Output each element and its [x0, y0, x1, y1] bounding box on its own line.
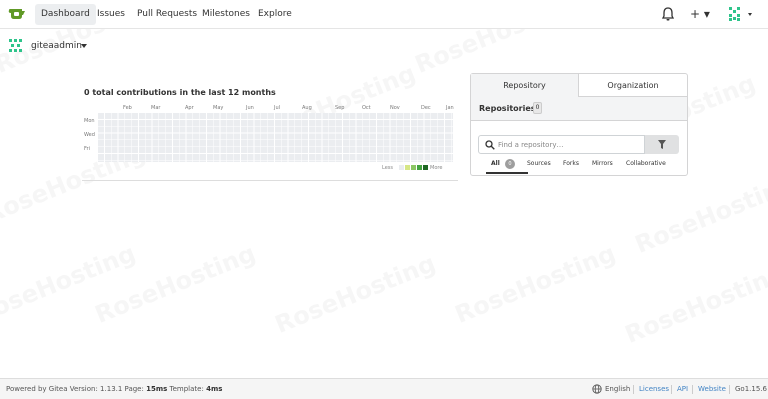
legend-less-label: Less: [382, 165, 393, 171]
month-label: Mar: [151, 105, 161, 111]
nav-pull-requests[interactable]: Pull Requests: [131, 4, 203, 25]
watermark-text: RoseHosting: [630, 169, 768, 259]
chevron-down-icon: [748, 13, 752, 16]
powered-by-text: Powered by Gitea Version: 1.13.1 Page:: [6, 385, 144, 393]
month-label: May: [213, 105, 224, 111]
top-navbar: Dashboard Issues Pull Requests Milestone…: [0, 0, 768, 29]
heatmap-months: Feb Mar Apr May Jun Jul Aug Sep Oct Nov …: [82, 105, 458, 113]
month-label: Jan: [446, 105, 454, 111]
day-label: Wed: [84, 132, 95, 138]
repositories-title: Repositories: [479, 104, 536, 113]
nav-dashboard[interactable]: Dashboard: [35, 4, 96, 25]
month-label: Oct: [362, 105, 371, 111]
page-time: 15ms: [146, 385, 168, 393]
month-label: Aug: [302, 105, 312, 111]
footer-version-info: Powered by Gitea Version: 1.13.1 Page: 1…: [6, 385, 222, 393]
template-time: 4ms: [206, 385, 223, 393]
legend-swatch: [399, 165, 404, 170]
month-label: Sep: [335, 105, 345, 111]
watermark-text: RoseHosting: [90, 239, 260, 329]
legend-more-label: More: [430, 165, 443, 171]
avatar: [9, 39, 22, 52]
avatar: [729, 7, 752, 21]
filter-collaborative[interactable]: Collaborative: [626, 160, 666, 167]
watermark-text: RoseHosting: [270, 249, 440, 339]
divider: [671, 385, 672, 394]
username-label: giteaadmin: [31, 41, 82, 51]
contribution-heatmap: 0 total contributions in the last 12 mon…: [82, 88, 458, 183]
watermark-text: RoseHosting: [450, 239, 620, 329]
tab-organization[interactable]: Organization: [579, 74, 687, 97]
filter-all-badge: 0: [505, 159, 515, 169]
divider: [633, 385, 634, 394]
active-filter-indicator: [486, 172, 528, 174]
watermark-text: RoseHosting: [0, 239, 140, 329]
heatmap-days: Mon Wed Fri: [82, 118, 96, 158]
language-selector[interactable]: English: [605, 385, 630, 393]
legend-swatch: [423, 165, 428, 170]
day-label: Fri: [84, 146, 90, 152]
filter-icon: [658, 140, 666, 149]
search-input[interactable]: [498, 138, 638, 151]
filter-sources[interactable]: Sources: [527, 160, 551, 167]
nav-explore[interactable]: Explore: [252, 4, 298, 25]
legend-swatch: [417, 165, 422, 170]
month-label: Jun: [246, 105, 254, 111]
filter-button[interactable]: [645, 135, 679, 154]
month-label: Feb: [123, 105, 132, 111]
repositories-header: Repositories 0: [471, 97, 687, 121]
heatmap-title: 0 total contributions in the last 12 mon…: [84, 88, 276, 97]
gitea-logo-icon[interactable]: [8, 6, 26, 22]
footer: Powered by Gitea Version: 1.13.1 Page: 1…: [0, 378, 768, 399]
divider: [729, 385, 730, 394]
bell-icon[interactable]: [662, 6, 674, 22]
legend-swatch: [405, 165, 410, 170]
month-label: Nov: [390, 105, 400, 111]
api-link[interactable]: API: [677, 385, 688, 393]
filter-forks[interactable]: Forks: [563, 160, 579, 167]
month-label: Apr: [185, 105, 194, 111]
filter-mirrors[interactable]: Mirrors: [592, 160, 613, 167]
month-label: Jul: [274, 105, 281, 111]
divider: [82, 180, 458, 181]
repo-search-box: [478, 135, 645, 154]
legend-swatch: [411, 165, 416, 170]
chevron-down-icon: [81, 44, 87, 48]
heatmap-grid: [98, 113, 453, 162]
website-link[interactable]: Website: [698, 385, 726, 393]
repo-org-tabs: Repository Organization: [471, 74, 687, 97]
nav-issues[interactable]: Issues: [91, 4, 131, 25]
filter-all[interactable]: All: [491, 160, 500, 167]
user-menu-button[interactable]: [728, 6, 754, 22]
repositories-count-badge: 0: [533, 102, 542, 114]
search-icon: [485, 140, 495, 150]
nav-milestones[interactable]: Milestones: [196, 4, 256, 25]
licenses-link[interactable]: Licenses: [639, 385, 669, 393]
watermark-text: RoseHosting: [620, 259, 768, 349]
month-label: Dec: [421, 105, 431, 111]
go-version-text: Go1.15.6: [735, 385, 767, 393]
template-label: Template:: [169, 385, 204, 393]
tab-repository[interactable]: Repository: [471, 74, 579, 97]
repo-filter-menu: All 0 Sources Forks Mirrors Collaborativ…: [490, 158, 690, 173]
divider: [692, 385, 693, 394]
day-label: Mon: [84, 118, 95, 124]
globe-icon: [592, 384, 602, 394]
create-new-button[interactable]: + ▾: [690, 6, 712, 22]
